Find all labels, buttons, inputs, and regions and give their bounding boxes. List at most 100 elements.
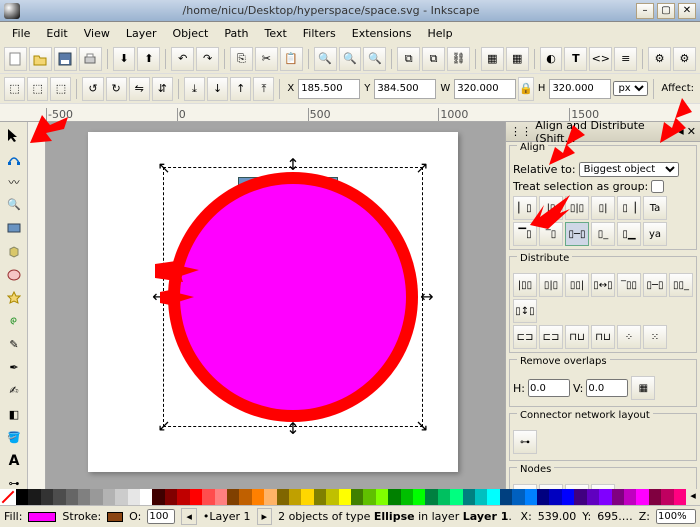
zoom-input[interactable] bbox=[656, 509, 696, 524]
tweak-tool[interactable]: 〰 bbox=[2, 171, 26, 193]
align-hcenter[interactable]: ▯|▯ bbox=[565, 196, 589, 220]
paste-button[interactable]: 📋 bbox=[280, 47, 303, 71]
ellipse-tool[interactable] bbox=[2, 264, 26, 286]
swatch[interactable] bbox=[487, 489, 499, 505]
dist-text-v1[interactable]: ⊓⊔ bbox=[565, 325, 589, 349]
lower-bottom-button[interactable]: ⤓ bbox=[184, 77, 205, 101]
swatch[interactable] bbox=[264, 489, 276, 505]
palette-menu-icon[interactable]: ◂ bbox=[686, 489, 700, 505]
minimize-button[interactable]: – bbox=[636, 3, 654, 19]
align-bottom[interactable]: ▯_ bbox=[591, 222, 615, 246]
zoom-page-button[interactable]: 🔍 bbox=[363, 47, 386, 71]
swatch[interactable] bbox=[450, 489, 462, 505]
lower-button[interactable]: ↓ bbox=[207, 77, 228, 101]
handle-e[interactable]: ↔ bbox=[420, 290, 434, 304]
swatch[interactable] bbox=[66, 489, 78, 505]
overlap-h-input[interactable] bbox=[528, 379, 570, 397]
swatch[interactable] bbox=[277, 489, 289, 505]
swatch[interactable] bbox=[425, 489, 437, 505]
panel-close-icon[interactable]: ✕ bbox=[687, 125, 696, 138]
connector-layout-button[interactable]: ⊶ bbox=[513, 430, 537, 454]
swatch[interactable] bbox=[636, 489, 648, 505]
swatch[interactable] bbox=[512, 489, 524, 505]
swatch[interactable] bbox=[413, 489, 425, 505]
swatch[interactable] bbox=[165, 489, 177, 505]
text-dialog-button[interactable]: T bbox=[564, 47, 587, 71]
eraser-tool[interactable]: ◧ bbox=[2, 403, 26, 425]
zoom-draw-button[interactable]: 🔍 bbox=[339, 47, 362, 71]
swatch[interactable] bbox=[562, 489, 574, 505]
stroke-indicator[interactable] bbox=[107, 512, 123, 522]
copy-button[interactable]: ⎘ bbox=[230, 47, 253, 71]
swatch[interactable] bbox=[16, 489, 28, 505]
redo-button[interactable]: ↷ bbox=[196, 47, 219, 71]
group-button[interactable]: ▦ bbox=[481, 47, 504, 71]
swatch[interactable] bbox=[326, 489, 338, 505]
swatch-none[interactable] bbox=[0, 489, 16, 505]
swatch[interactable] bbox=[103, 489, 115, 505]
swatch[interactable] bbox=[53, 489, 65, 505]
swatch[interactable] bbox=[202, 489, 214, 505]
align-text-baseline[interactable]: ya bbox=[643, 222, 667, 246]
dist-randomize[interactable]: ⁘ bbox=[617, 325, 641, 349]
align-right[interactable]: ▯| bbox=[591, 196, 615, 220]
align-text-anchor[interactable]: Ta bbox=[643, 196, 667, 220]
unlink-button[interactable]: ⛓ bbox=[447, 47, 470, 71]
layer-indicator[interactable]: •Layer 1 bbox=[203, 510, 251, 523]
node-tool[interactable] bbox=[2, 147, 26, 169]
menu-file[interactable]: File bbox=[4, 24, 38, 43]
swatch[interactable] bbox=[239, 489, 251, 505]
fill-stroke-button[interactable]: ◐ bbox=[540, 47, 563, 71]
treat-group-checkbox[interactable] bbox=[651, 180, 664, 193]
swatch[interactable] bbox=[388, 489, 400, 505]
menu-extensions[interactable]: Extensions bbox=[344, 24, 420, 43]
close-button[interactable]: ✕ bbox=[678, 3, 696, 19]
swatch[interactable] bbox=[78, 489, 90, 505]
menu-text[interactable]: Text bbox=[257, 24, 295, 43]
menu-object[interactable]: Object bbox=[165, 24, 217, 43]
dist-vgap[interactable]: ▯↕▯ bbox=[513, 299, 537, 323]
swatch[interactable] bbox=[140, 489, 152, 505]
align-bottom-edge[interactable]: ▯▁ bbox=[617, 222, 641, 246]
dist-left[interactable]: |▯▯ bbox=[513, 273, 537, 297]
dist-unclump[interactable]: ⁙ bbox=[643, 325, 667, 349]
panel-menu-icon[interactable]: ◂ bbox=[678, 125, 684, 138]
unit-select[interactable]: px bbox=[613, 81, 648, 96]
menu-edit[interactable]: Edit bbox=[38, 24, 75, 43]
align-vcenter[interactable]: ▯─▯ bbox=[565, 222, 589, 246]
save-button[interactable] bbox=[54, 47, 77, 71]
swatch[interactable] bbox=[475, 489, 487, 505]
dist-bottom[interactable]: ▯▯_ bbox=[669, 273, 693, 297]
menu-help[interactable]: Help bbox=[419, 24, 460, 43]
swatch[interactable] bbox=[41, 489, 53, 505]
swatch[interactable] bbox=[612, 489, 624, 505]
rotate-cw-button[interactable]: ↻ bbox=[106, 77, 127, 101]
handle-n[interactable]: ↕ bbox=[286, 158, 300, 172]
handle-s[interactable]: ↕ bbox=[286, 422, 300, 436]
star-tool[interactable] bbox=[2, 287, 26, 309]
handle-nw[interactable]: ↖ bbox=[157, 161, 171, 175]
xml-button[interactable]: <> bbox=[589, 47, 612, 71]
layer-next-button[interactable]: ▸ bbox=[257, 508, 273, 525]
dist-hgap[interactable]: ▯↔▯ bbox=[591, 273, 615, 297]
dist-text-h1[interactable]: ⊏⊐ bbox=[513, 325, 537, 349]
h-input[interactable] bbox=[549, 79, 611, 99]
select-all-layers-button[interactable]: ⬚ bbox=[27, 77, 48, 101]
clone-button[interactable]: ⧉ bbox=[422, 47, 445, 71]
remove-overlaps-button[interactable]: ▦ bbox=[631, 376, 655, 400]
swatch[interactable] bbox=[301, 489, 313, 505]
swatch[interactable] bbox=[401, 489, 413, 505]
open-button[interactable] bbox=[29, 47, 52, 71]
rotate-ccw-button[interactable]: ↺ bbox=[82, 77, 103, 101]
lock-aspect-button[interactable]: 🔒 bbox=[518, 77, 534, 101]
rect-tool[interactable] bbox=[2, 217, 26, 239]
swatch[interactable] bbox=[438, 489, 450, 505]
select-all-button[interactable]: ⬚ bbox=[4, 77, 25, 101]
align-left[interactable]: |▯ bbox=[539, 196, 563, 220]
prefs-button[interactable]: ⚙ bbox=[648, 47, 671, 71]
handle-sw[interactable]: ↙ bbox=[157, 419, 171, 433]
swatch[interactable] bbox=[28, 489, 40, 505]
handle-ne[interactable]: ↗ bbox=[415, 161, 429, 175]
swatch[interactable] bbox=[463, 489, 475, 505]
overlap-v-input[interactable] bbox=[586, 379, 628, 397]
